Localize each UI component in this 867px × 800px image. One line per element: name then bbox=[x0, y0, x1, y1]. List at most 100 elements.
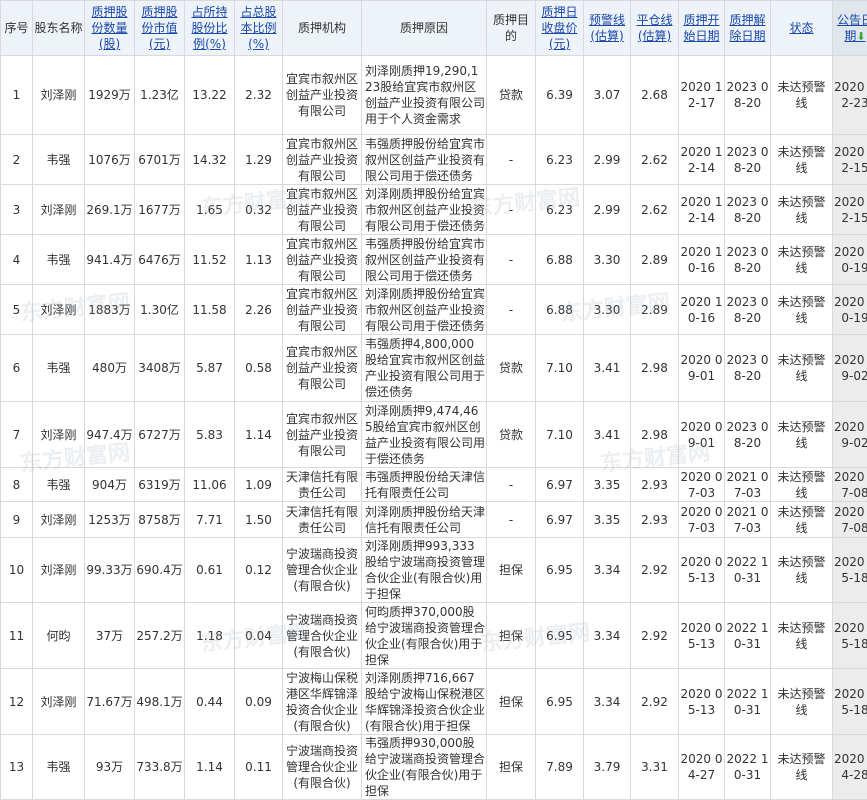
cell-index: 11 bbox=[1, 603, 33, 669]
cell-ratio-total: 0.32 bbox=[235, 185, 283, 235]
cell-reason: 韦强质押股份给宜宾市叙州区创益产业投资有限公司用于偿还债务 bbox=[362, 235, 487, 285]
cell-index: 5 bbox=[1, 285, 33, 335]
cell-holder: 刘泽刚 bbox=[33, 185, 85, 235]
cell-warning-line: 3.41 bbox=[584, 335, 631, 402]
cell-announce-date: 2020 04-28 bbox=[833, 735, 867, 800]
cell-institution: 宁波瑞商投资管理合伙企业(有限合伙) bbox=[283, 538, 362, 603]
cell-ratio-held: 0.44 bbox=[185, 669, 235, 735]
cell-ratio-held: 1.18 bbox=[185, 603, 235, 669]
cell-start-date: 2020 10-16 bbox=[679, 285, 725, 335]
cell-start-date: 2020 09-01 bbox=[679, 402, 725, 468]
table-row: 5刘泽刚1883万1.30亿11.582.26宜宾市叙州区创益产业投资有限公司刘… bbox=[1, 285, 867, 335]
cell-institution: 宜宾市叙州区创益产业投资有限公司 bbox=[283, 135, 362, 185]
col-reason: 质押原因 bbox=[362, 1, 487, 56]
cell-holder: 何昀 bbox=[33, 603, 85, 669]
cell-holder: 韦强 bbox=[33, 135, 85, 185]
col-close-price[interactable]: 质押日收盘价(元) bbox=[536, 1, 584, 56]
col-start-date[interactable]: 质押开始日期 bbox=[679, 1, 725, 56]
cell-purpose: - bbox=[487, 235, 536, 285]
table-row: 4韦强941.4万6476万11.521.13宜宾市叙州区创益产业投资有限公司韦… bbox=[1, 235, 867, 285]
cell-reason: 刘泽刚质押股份给宜宾市叙州区创益产业投资有限公司用于偿还债务 bbox=[362, 285, 487, 335]
cell-release-date: 2022 10-31 bbox=[725, 669, 771, 735]
cell-liquidation-line: 3.31 bbox=[631, 735, 679, 800]
table-row: 10刘泽刚99.33万690.4万0.610.12宁波瑞商投资管理合伙企业(有限… bbox=[1, 538, 867, 603]
cell-ratio-total: 0.58 bbox=[235, 335, 283, 402]
cell-index: 10 bbox=[1, 538, 33, 603]
table-row: 7刘泽刚947.4万6727万5.831.14宜宾市叙州区创益产业投资有限公司刘… bbox=[1, 402, 867, 468]
cell-index: 1 bbox=[1, 56, 33, 135]
col-ratio-total[interactable]: 占总股本比例(%) bbox=[235, 1, 283, 56]
cell-pledge-value: 8758万 bbox=[135, 502, 185, 538]
cell-ratio-total: 0.12 bbox=[235, 538, 283, 603]
cell-close-price: 6.95 bbox=[536, 669, 584, 735]
cell-liquidation-line: 2.89 bbox=[631, 285, 679, 335]
header-label: 预警线(估算) bbox=[589, 13, 625, 43]
cell-announce-date: 2020 10-19 bbox=[833, 235, 867, 285]
cell-pledge-value: 257.2万 bbox=[135, 603, 185, 669]
cell-status: 未达预警线 bbox=[771, 235, 833, 285]
col-release-date[interactable]: 质押解除日期 bbox=[725, 1, 771, 56]
header-label: 质押开始日期 bbox=[683, 13, 719, 43]
cell-reason: 韦强质押股份给宜宾市叙州区创益产业投资有限公司用于偿还债务 bbox=[362, 135, 487, 185]
cell-start-date: 2020 07-03 bbox=[679, 468, 725, 502]
cell-start-date: 2020 12-14 bbox=[679, 135, 725, 185]
cell-close-price: 6.23 bbox=[536, 185, 584, 235]
table-header-row: 序号股东名称质押股份数量(股)质押股份市值(元)占所持股份比例(%)占总股本比例… bbox=[1, 1, 867, 56]
cell-holder: 刘泽刚 bbox=[33, 538, 85, 603]
table-row: 1刘泽刚1929万1.23亿13.222.32宜宾市叙州区创益产业投资有限公司刘… bbox=[1, 56, 867, 135]
cell-release-date: 2023 08-20 bbox=[725, 56, 771, 135]
cell-release-date: 2023 08-20 bbox=[725, 402, 771, 468]
cell-release-date: 2023 08-20 bbox=[725, 185, 771, 235]
cell-liquidation-line: 2.62 bbox=[631, 135, 679, 185]
cell-pledge-shares: 480万 bbox=[85, 335, 135, 402]
col-status[interactable]: 状态 bbox=[771, 1, 833, 56]
cell-status: 未达预警线 bbox=[771, 402, 833, 468]
cell-holder: 刘泽刚 bbox=[33, 56, 85, 135]
cell-pledge-shares: 269.1万 bbox=[85, 185, 135, 235]
cell-pledge-value: 6319万 bbox=[135, 468, 185, 502]
cell-reason: 韦强质押930,000股给宁波瑞商投资管理合伙企业(有限合伙)用于担保 bbox=[362, 735, 487, 800]
cell-purpose: 贷款 bbox=[487, 335, 536, 402]
col-liquidation-line[interactable]: 平仓线(估算) bbox=[631, 1, 679, 56]
cell-status: 未达预警线 bbox=[771, 468, 833, 502]
cell-reason: 刘泽刚质押716,667股给宁波梅山保税港区华辉锦泽投资合伙企业(有限合伙)用于… bbox=[362, 669, 487, 735]
cell-status: 未达预警线 bbox=[771, 735, 833, 800]
cell-ratio-held: 11.06 bbox=[185, 468, 235, 502]
cell-purpose: - bbox=[487, 185, 536, 235]
col-warning-line[interactable]: 预警线(估算) bbox=[584, 1, 631, 56]
cell-close-price: 6.97 bbox=[536, 502, 584, 538]
cell-warning-line: 3.34 bbox=[584, 669, 631, 735]
cell-index: 7 bbox=[1, 402, 33, 468]
cell-holder: 韦强 bbox=[33, 735, 85, 800]
cell-pledge-shares: 99.33万 bbox=[85, 538, 135, 603]
cell-index: 3 bbox=[1, 185, 33, 235]
cell-start-date: 2020 04-27 bbox=[679, 735, 725, 800]
cell-purpose: - bbox=[487, 502, 536, 538]
col-pledge-shares[interactable]: 质押股份数量(股) bbox=[85, 1, 135, 56]
table-row: 6韦强480万3408万5.870.58宜宾市叙州区创益产业投资有限公司韦强质押… bbox=[1, 335, 867, 402]
cell-holder: 韦强 bbox=[33, 235, 85, 285]
header-label: 质押机构 bbox=[298, 21, 346, 35]
cell-warning-line: 3.30 bbox=[584, 235, 631, 285]
cell-ratio-total: 2.26 bbox=[235, 285, 283, 335]
cell-release-date: 2022 10-31 bbox=[725, 603, 771, 669]
cell-start-date: 2020 12-17 bbox=[679, 56, 725, 135]
cell-pledge-value: 498.1万 bbox=[135, 669, 185, 735]
cell-institution: 天津信托有限责任公司 bbox=[283, 502, 362, 538]
cell-announce-date: 2020 07-08 bbox=[833, 502, 867, 538]
sort-desc-icon[interactable]: ⬇ bbox=[856, 30, 865, 43]
cell-ratio-held: 14.32 bbox=[185, 135, 235, 185]
cell-pledge-shares: 1253万 bbox=[85, 502, 135, 538]
col-pledge-value[interactable]: 质押股份市值(元) bbox=[135, 1, 185, 56]
col-announce-date[interactable]: 公告日期⬇ bbox=[833, 1, 867, 56]
cell-warning-line: 3.07 bbox=[584, 56, 631, 135]
cell-liquidation-line: 2.92 bbox=[631, 669, 679, 735]
col-ratio-held[interactable]: 占所持股份比例(%) bbox=[185, 1, 235, 56]
cell-close-price: 6.97 bbox=[536, 468, 584, 502]
cell-institution: 宜宾市叙州区创益产业投资有限公司 bbox=[283, 285, 362, 335]
cell-ratio-total: 1.29 bbox=[235, 135, 283, 185]
cell-pledge-value: 1.30亿 bbox=[135, 285, 185, 335]
cell-institution: 天津信托有限责任公司 bbox=[283, 468, 362, 502]
cell-pledge-value: 6476万 bbox=[135, 235, 185, 285]
cell-release-date: 2021 07-03 bbox=[725, 468, 771, 502]
